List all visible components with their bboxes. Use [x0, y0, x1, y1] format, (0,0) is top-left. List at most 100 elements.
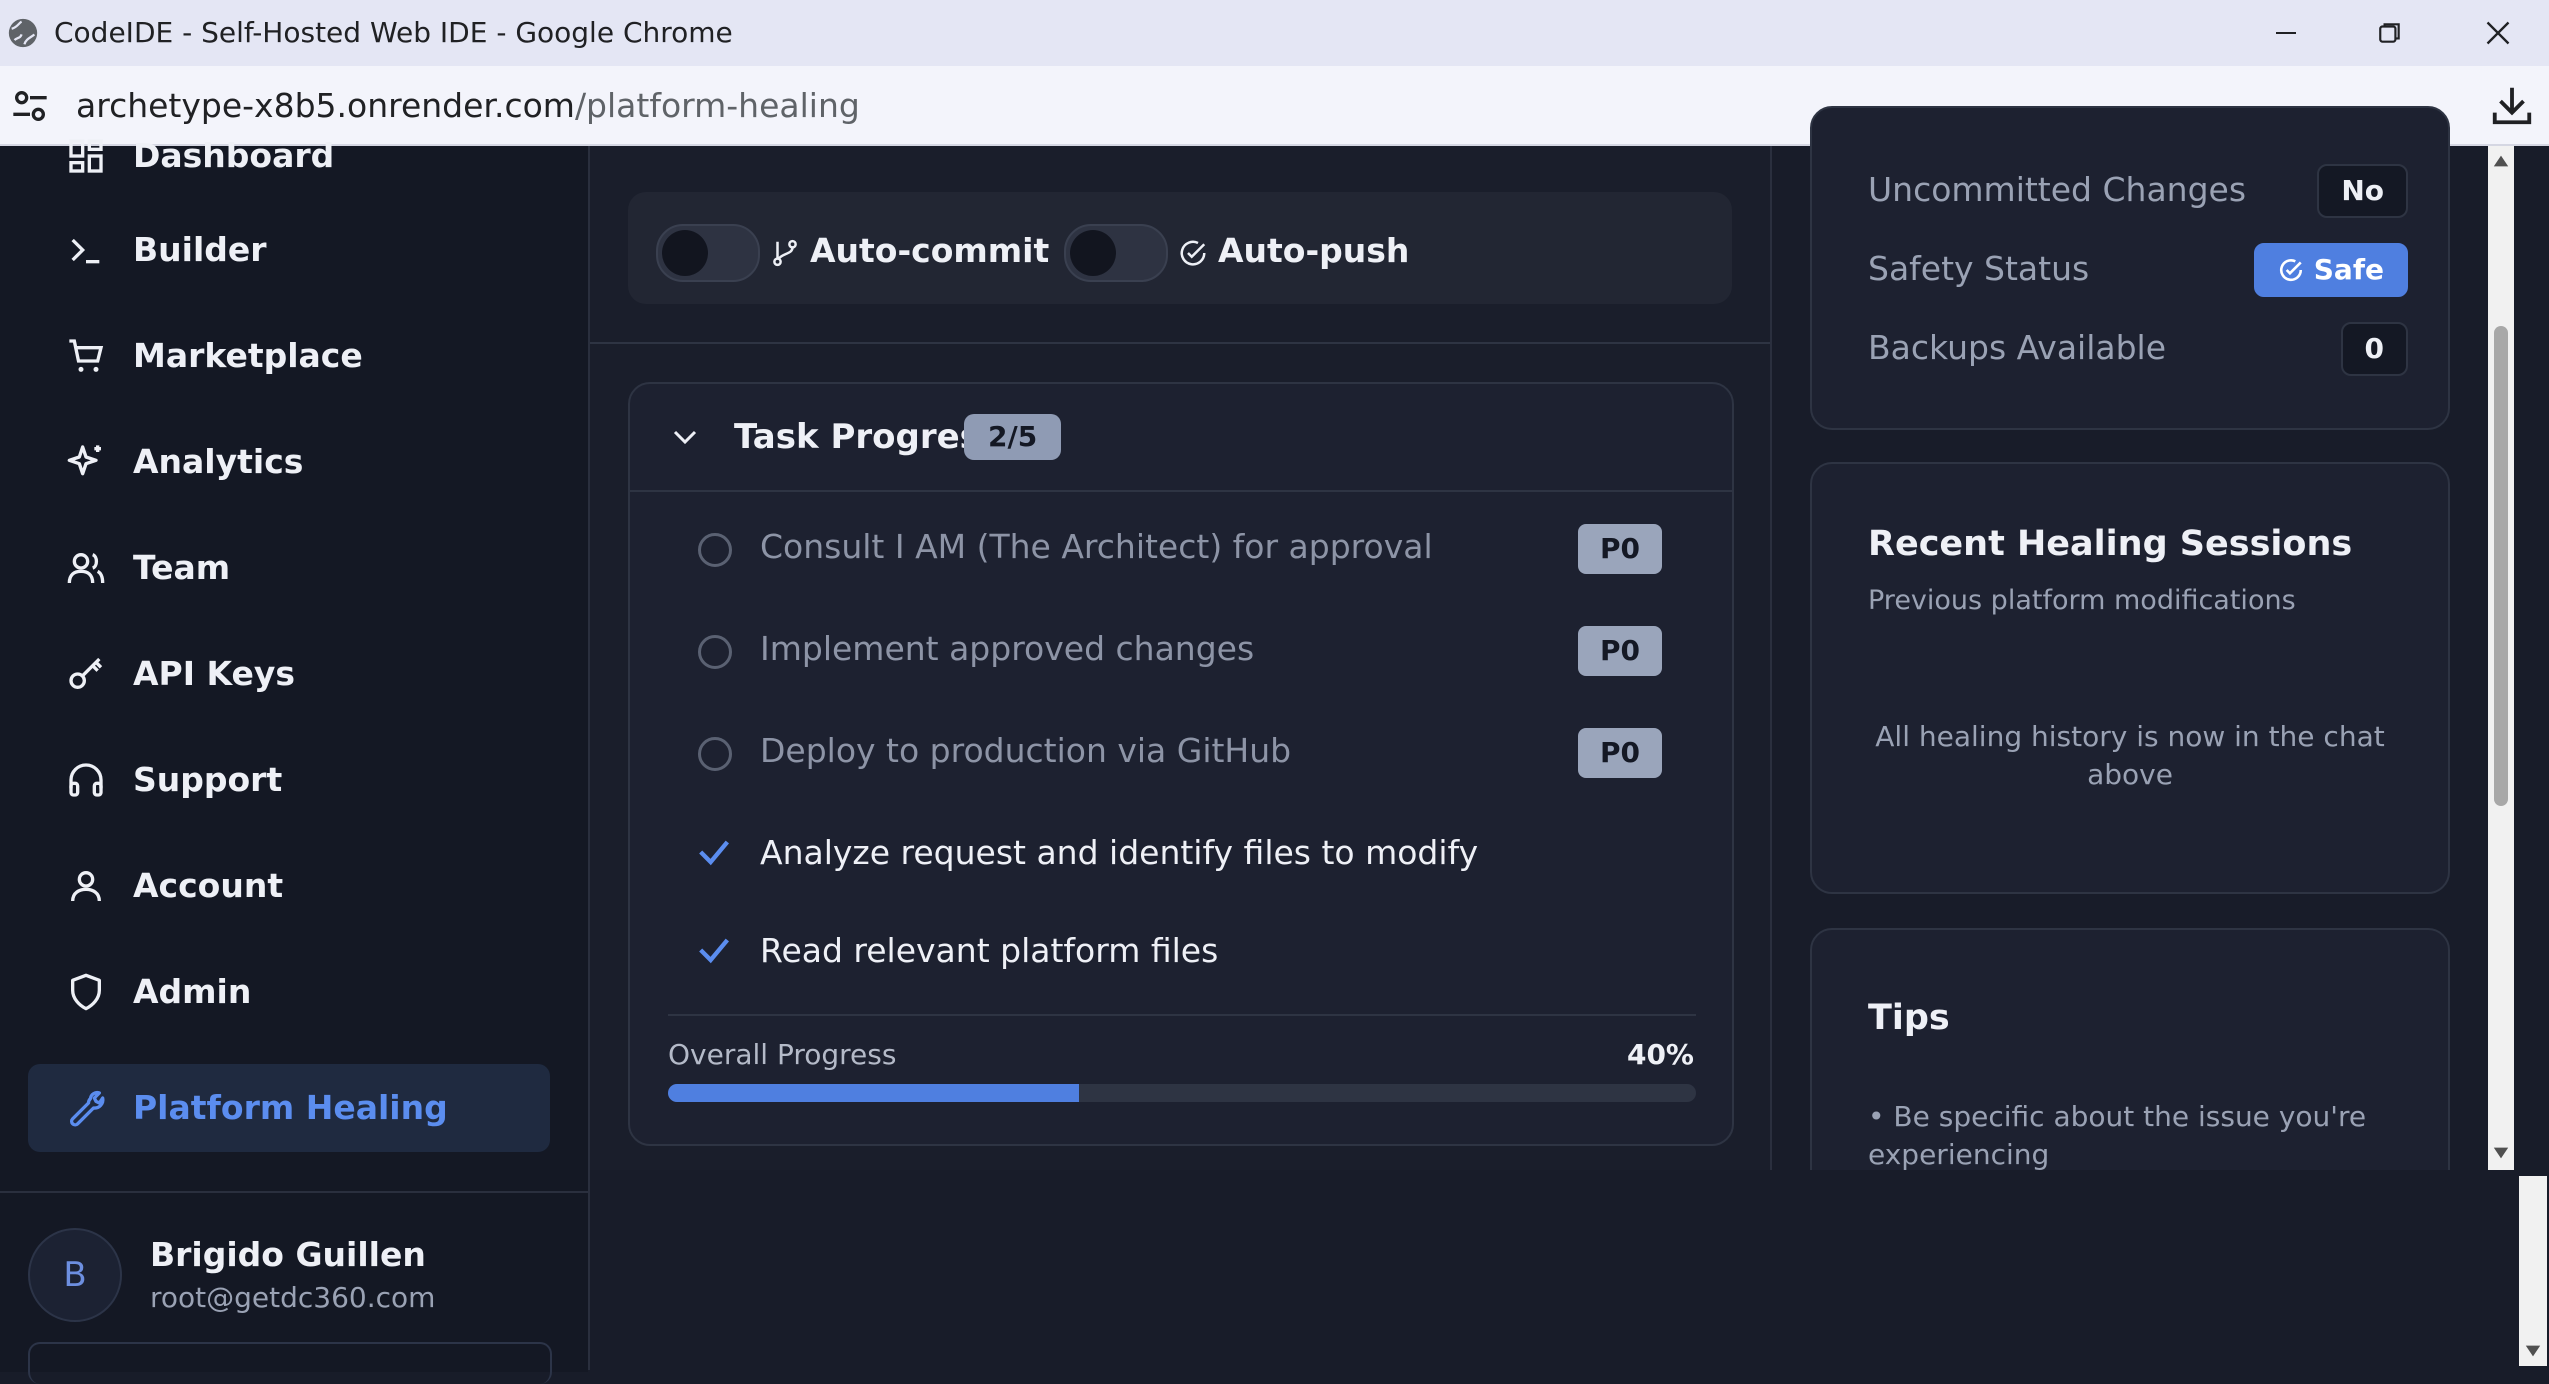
status-label: Backups Available — [1868, 328, 2167, 367]
auto-push-toggle[interactable] — [1064, 224, 1168, 282]
main-panel: Auto-commit Auto-push Task Progress 2/5 … — [590, 146, 1772, 1170]
sidebar-item-api-keys[interactable]: API Keys — [28, 630, 550, 718]
restore-button[interactable] — [2360, 10, 2420, 56]
sidebar-item-label: Team — [133, 548, 231, 587]
task-text: Analyze request and identify files to mo… — [760, 833, 1479, 872]
sidebar-item-label: Analytics — [133, 442, 304, 481]
app-viewport: Dashboard Builder Marketplace Analytics … — [0, 106, 2549, 1384]
status-row: Safety Status Safe — [1868, 239, 2408, 299]
shield-icon — [71, 973, 102, 1011]
sidebar-item-builder[interactable]: Builder — [28, 206, 550, 294]
pending-circle-icon — [698, 533, 732, 567]
sidebar-item-support[interactable]: Support — [28, 736, 550, 824]
task-text: Read relevant platform files — [760, 931, 1219, 970]
task-text: Deploy to production via GitHub — [760, 731, 1292, 770]
headphones-icon — [69, 763, 103, 797]
avatar[interactable]: B — [28, 1228, 122, 1322]
task-row: Deploy to production via GitHub P0 — [630, 708, 1732, 798]
progress-bar-fill — [668, 1084, 1080, 1102]
scroll-down-icon[interactable] — [2492, 1144, 2510, 1162]
user-icon — [71, 871, 101, 902]
task-text: Consult I AM (The Architect) for approva… — [760, 527, 1433, 566]
status-label: Safety Status — [1868, 249, 2090, 288]
scroll-thumb[interactable] — [2494, 326, 2508, 806]
sign-out-button[interactable] — [28, 1342, 552, 1384]
sidebar-item-account[interactable]: Account — [28, 842, 550, 930]
content-scrollbar[interactable] — [2488, 146, 2514, 1170]
priority-badge: P0 — [1578, 728, 1662, 778]
checkmark-icon — [699, 840, 729, 866]
sidebar-item-label: Account — [133, 866, 284, 905]
sidebar-item-label: Dashboard — [133, 136, 335, 175]
recent-sessions-subtitle: Previous platform modifications — [1868, 585, 2296, 616]
overall-progress-label: Overall Progress — [668, 1038, 897, 1071]
scroll-down-icon[interactable] — [2524, 1342, 2542, 1360]
sidebar-item-analytics[interactable]: Analytics — [28, 418, 550, 506]
priority-badge: P0 — [1578, 626, 1662, 676]
tips-title: Tips — [1868, 998, 1950, 1038]
scroll-up-icon[interactable] — [2492, 152, 2510, 170]
sidebar-item-dashboard[interactable]: Dashboard — [28, 112, 550, 200]
task-row: Analyze request and identify files to mo… — [630, 810, 1732, 900]
dashboard-icon — [69, 139, 103, 173]
priority-badge: P0 — [1578, 524, 1662, 574]
git-branch-icon — [773, 239, 797, 267]
status-card: Uncommitted Changes No Safety Status Saf… — [1810, 106, 2450, 430]
status-label: Uncommitted Changes — [1868, 170, 2247, 209]
task-progress-card: Task Progress 2/5 Consult I AM (The Arch… — [628, 382, 1734, 1146]
recent-sessions-card: Recent Healing Sessions Previous platfor… — [1810, 462, 2450, 894]
sidebar-item-platform-healing[interactable]: Platform Healing — [28, 1064, 550, 1152]
sidebar-item-label: API Keys — [133, 654, 296, 693]
task-progress-header[interactable]: Task Progress 2/5 — [630, 384, 1732, 492]
sidebar-item-admin[interactable]: Admin — [28, 948, 550, 1036]
sidebar-item-label: Platform Healing — [133, 1088, 448, 1127]
window-title: CodeIDE - Self-Hosted Web IDE - Google C… — [54, 16, 733, 49]
restore-icon — [2379, 23, 2400, 43]
auto-push-label: Auto-push — [1218, 231, 1410, 270]
divider — [668, 1014, 1696, 1016]
check-circle-icon — [1180, 240, 1206, 266]
progress-bar — [668, 1084, 1696, 1102]
recent-sessions-title: Recent Healing Sessions — [1868, 524, 2353, 564]
sidebar-item-label: Marketplace — [133, 336, 363, 375]
uncommitted-badge: No — [2317, 164, 2408, 218]
sidebar-item-team[interactable]: Team — [28, 524, 550, 612]
divider — [590, 342, 1770, 344]
bottom-area — [590, 1170, 2514, 1370]
sparkles-icon — [67, 445, 101, 476]
right-panel: Uncommitted Changes No Safety Status Saf… — [1772, 106, 2488, 1232]
terminal-icon — [71, 238, 100, 264]
task-row: Read relevant platform files — [630, 908, 1732, 998]
wrench-icon — [69, 1090, 105, 1127]
status-row: Backups Available 0 — [1868, 318, 2408, 378]
auto-commit-toggle[interactable] — [656, 224, 760, 282]
safety-status-badge: Safe — [2253, 243, 2408, 297]
overall-progress-value: 40% — [1626, 1038, 1694, 1071]
safety-status-text: Safe — [2313, 253, 2384, 286]
minimize-button[interactable] — [2256, 10, 2316, 56]
minimize-icon — [2276, 32, 2296, 34]
sidebar-item-label: Support — [133, 760, 283, 799]
sidebar-item-label: Admin — [133, 972, 252, 1011]
cart-icon — [69, 339, 104, 372]
globe-icon — [8, 18, 38, 48]
tip-item: • Be specific about the issue you're exp… — [1868, 1100, 2367, 1171]
download-icon[interactable] — [2489, 82, 2535, 128]
chevron-down-icon[interactable] — [670, 422, 700, 452]
task-count-badge: 2/5 — [964, 414, 1062, 460]
user-email: root@getdc360.com — [150, 1281, 436, 1314]
close-icon — [2486, 21, 2510, 45]
close-window-button[interactable] — [2468, 10, 2528, 56]
page-scrollbar[interactable] — [2519, 1176, 2547, 1366]
checkmark-icon — [699, 938, 729, 964]
user-name: Brigido Guillen — [150, 1235, 426, 1274]
key-icon — [69, 657, 103, 689]
browser-titlebar: CodeIDE - Self-Hosted Web IDE - Google C… — [0, 0, 2549, 66]
toggles-card: Auto-commit Auto-push — [628, 192, 1732, 304]
backups-badge: 0 — [2340, 322, 2408, 376]
pending-circle-icon — [698, 635, 732, 669]
task-row: Implement approved changes P0 — [630, 606, 1732, 696]
pending-circle-icon — [698, 737, 732, 771]
sidebar-item-marketplace[interactable]: Marketplace — [28, 312, 550, 400]
task-text: Implement approved changes — [760, 629, 1255, 668]
